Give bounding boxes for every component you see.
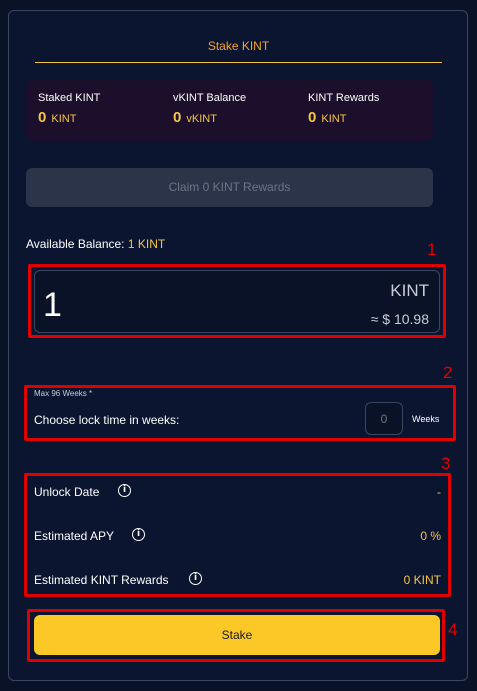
annotation-label-2: 2 (443, 363, 453, 382)
stats-panel: Staked KINT 0 KINT vKINT Balance 0 vKINT… (26, 79, 433, 141)
stat-value: 0 KINT (38, 109, 100, 126)
estimated-rewards-row: Estimated KINT Rewards i 0 KINT (34, 572, 441, 589)
estimated-rewards-value: 0 KINT (403, 573, 441, 587)
amount-field[interactable]: KINT ≈ $ 10.98 (34, 270, 440, 333)
max-weeks-label: Max 96 Weeks * (34, 389, 93, 398)
stat-label: KINT Rewards (308, 92, 380, 104)
stat-kint-rewards: KINT Rewards 0 KINT (308, 92, 379, 126)
annotation-label-1: 1 (427, 240, 437, 259)
stat-number: 0 (38, 109, 47, 126)
lock-weeks-input[interactable] (365, 402, 403, 435)
tab-underline (35, 62, 442, 63)
stat-unit: vKINT (186, 113, 217, 125)
stat-number: 0 (173, 109, 182, 126)
unlock-date-row: Unlock Date i - (34, 484, 441, 501)
stat-label: Staked KINT (38, 92, 101, 104)
available-balance-label: Available Balance: (26, 237, 125, 251)
amount-input[interactable] (43, 285, 243, 325)
info-icon[interactable]: i (189, 572, 202, 585)
stat-unit: KINT (321, 113, 347, 125)
tab-stake-kint[interactable]: Stake KINT (35, 39, 442, 53)
info-icon[interactable]: i (118, 484, 131, 497)
stat-value: 0 vKINT (173, 109, 246, 126)
claim-rewards-button[interactable]: Claim 0 KINT Rewards (26, 168, 433, 207)
annotation-label-3: 3 (441, 454, 451, 473)
annotation-label-4: 4 (448, 620, 458, 639)
usd-estimate: ≈ $ 10.98 (370, 311, 429, 327)
currency-label: KINT (390, 281, 429, 300)
stake-button[interactable]: Stake (34, 615, 440, 655)
estimated-apy-row: Estimated APY i 0 % (34, 528, 441, 545)
lock-time-label: Choose lock time in weeks: (34, 413, 180, 427)
stat-value: 0 KINT (308, 109, 379, 126)
estimated-rewards-label: Estimated KINT Rewards (34, 573, 169, 587)
unlock-date-value: - (437, 485, 441, 499)
weeks-unit-label: Weeks (412, 414, 440, 424)
estimated-apy-label: Estimated APY (34, 529, 115, 543)
unlock-date-label: Unlock Date (34, 485, 100, 499)
stat-unit: KINT (51, 113, 77, 125)
stat-label: vKINT Balance (173, 92, 247, 104)
stat-vkint-balance: vKINT Balance 0 vKINT (173, 92, 246, 126)
available-balance-value: 1 KINT (127, 237, 166, 251)
available-balance: Available Balance: 1 KINT (26, 237, 165, 251)
stat-staked-kint: Staked KINT 0 KINT (38, 92, 100, 126)
stat-number: 0 (308, 109, 317, 126)
info-icon[interactable]: i (132, 528, 145, 541)
estimated-apy-value: 0 % (420, 529, 441, 543)
